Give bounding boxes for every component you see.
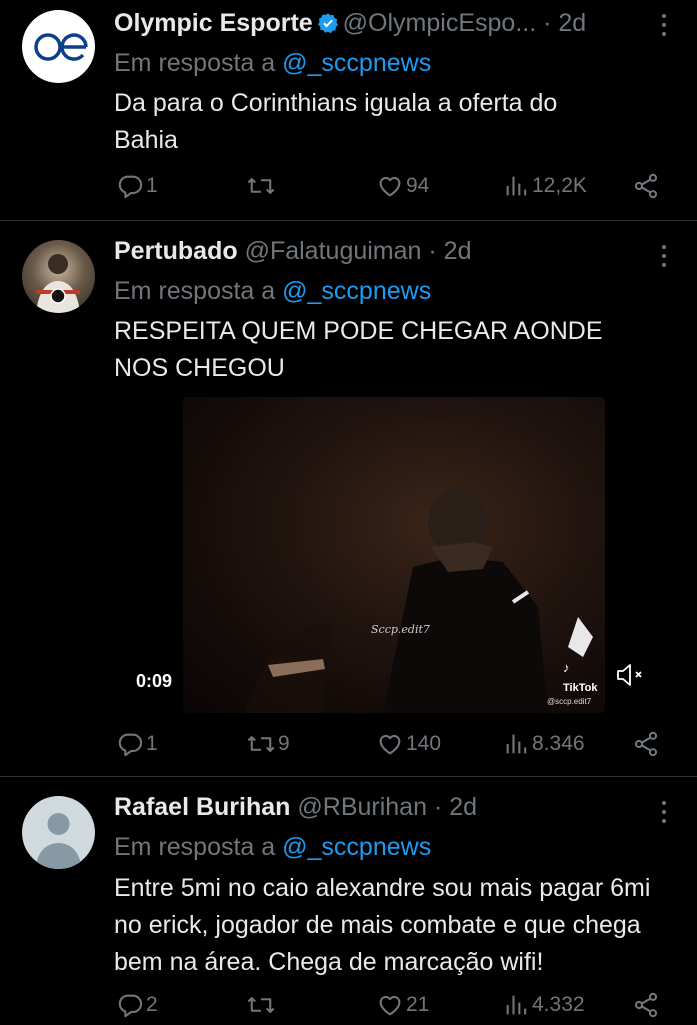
views-button[interactable]: 12,2K (504, 172, 587, 200)
share-button[interactable] (632, 172, 660, 200)
verified-badge-icon (317, 11, 339, 41)
default-avatar-icon (36, 813, 81, 869)
tweet-text: Da para o Corinthians iguala a oferta do… (114, 89, 558, 154)
more-options-icon[interactable] (661, 14, 667, 41)
retweet-icon (247, 178, 275, 194)
retweet-icon (247, 997, 275, 1013)
video-duration-badge: 0:09 (136, 671, 173, 691)
more-options-icon[interactable] (661, 801, 667, 828)
svg-text:oe: oe (22, 10, 40, 14)
reply-button[interactable]: 1 (116, 730, 158, 758)
reply-mention-link[interactable]: @_sccpnews (282, 277, 431, 305)
like-count: 94 (406, 174, 430, 197)
avatar[interactable] (22, 796, 95, 869)
tweet-1[interactable]: oe Olympic Esporte @OlympicEspo... · 2d E… (0, 0, 697, 220)
share-icon (634, 731, 658, 757)
display-name[interactable]: Rafael Burihan (114, 793, 290, 821)
display-name[interactable]: Pertubado (114, 237, 238, 265)
tweet-header: Rafael Burihan @RBurihan · 2d (114, 792, 477, 822)
tweet-actions: 1 94 12,2K (114, 172, 674, 206)
video-frame (243, 488, 593, 713)
like-count: 140 (406, 732, 442, 755)
share-button[interactable] (632, 730, 660, 758)
reply-icon (118, 994, 143, 1018)
mute-button[interactable] (614, 662, 646, 688)
views-button[interactable]: 4.332 (504, 991, 585, 1019)
views-icon (506, 734, 527, 754)
retweet-icon (247, 736, 275, 752)
heart-icon (379, 995, 401, 1016)
tweet-actions: 2 21 4.332 (114, 991, 674, 1025)
timestamp[interactable]: · 2d (434, 793, 477, 821)
share-icon (634, 173, 658, 199)
reply-count: 1 (146, 732, 158, 755)
tweet-header: Pertubado @Falatuguiman · 2d (114, 236, 471, 266)
user-handle[interactable]: @RBurihan (297, 793, 427, 821)
avatar-image (36, 254, 80, 313)
views-count: 12,2K (532, 174, 587, 197)
retweet-button[interactable] (246, 991, 278, 1019)
heart-icon (379, 734, 401, 755)
tweet-3[interactable]: Rafael Burihan @RBurihan · 2d Em respost… (0, 777, 697, 1024)
like-count: 21 (406, 993, 430, 1016)
more-options-icon[interactable] (661, 245, 667, 272)
reply-context: Em resposta a @_sccpnews (114, 277, 432, 305)
display-name[interactable]: Olympic Esporte (114, 9, 313, 37)
retweet-count: 9 (278, 732, 290, 755)
tweet-text: RESPEITA QUEM PODE CHEGAR AONDE NOS CHEG… (114, 317, 603, 382)
tiktok-label: TikTok (563, 682, 598, 694)
volume-muted-icon (617, 664, 642, 686)
user-handle[interactable]: @OlympicEspo... (343, 9, 536, 37)
reply-count: 1 (146, 174, 158, 197)
video-player[interactable]: Sccp.edit7 0:09 ♪ TikTok @sccp.edit7 (183, 397, 605, 713)
avatar[interactable]: oe (22, 10, 95, 83)
reply-icon (118, 733, 143, 757)
tiktok-handle: @sccp.edit7 (547, 697, 592, 706)
like-button[interactable]: 140 (376, 730, 441, 758)
views-count: 4.332 (532, 993, 585, 1016)
like-button[interactable]: 94 (376, 172, 429, 200)
watermark-text: Sccp.edit7 (371, 623, 430, 636)
reply-context: Em resposta a @_sccpnews (114, 49, 432, 77)
avatar[interactable] (22, 240, 95, 313)
retweet-button[interactable] (246, 172, 278, 200)
tweet-actions: 1 9 140 8.346 (114, 730, 674, 764)
views-icon (506, 176, 527, 196)
share-icon (634, 992, 658, 1018)
share-button[interactable] (632, 991, 660, 1019)
reply-button[interactable]: 2 (116, 991, 158, 1019)
reply-icon (118, 175, 143, 199)
views-count: 8.346 (532, 732, 585, 755)
views-icon (506, 995, 527, 1015)
olympic-esporte-logo: oe (22, 10, 88, 61)
retweet-button[interactable]: 9 (246, 730, 290, 758)
timestamp[interactable]: · 2d (428, 237, 471, 265)
tiktok-logo: ♪ (563, 660, 570, 675)
tweet-text: Entre 5mi no caio alexandre sou mais pag… (114, 874, 651, 976)
user-handle[interactable]: @Falatuguiman (245, 237, 422, 265)
reply-context: Em resposta a @_sccpnews (114, 833, 432, 861)
like-button[interactable]: 21 (376, 991, 429, 1019)
tweet-header: Olympic Esporte @OlympicEspo... · 2d (114, 8, 586, 41)
heart-icon (379, 176, 401, 197)
reply-mention-link[interactable]: @_sccpnews (282, 833, 431, 861)
reply-button[interactable]: 1 (116, 172, 158, 200)
views-button[interactable]: 8.346 (504, 730, 585, 758)
timestamp[interactable]: · 2d (543, 9, 586, 37)
reply-mention-link[interactable]: @_sccpnews (282, 49, 431, 77)
reply-count: 2 (146, 993, 158, 1016)
